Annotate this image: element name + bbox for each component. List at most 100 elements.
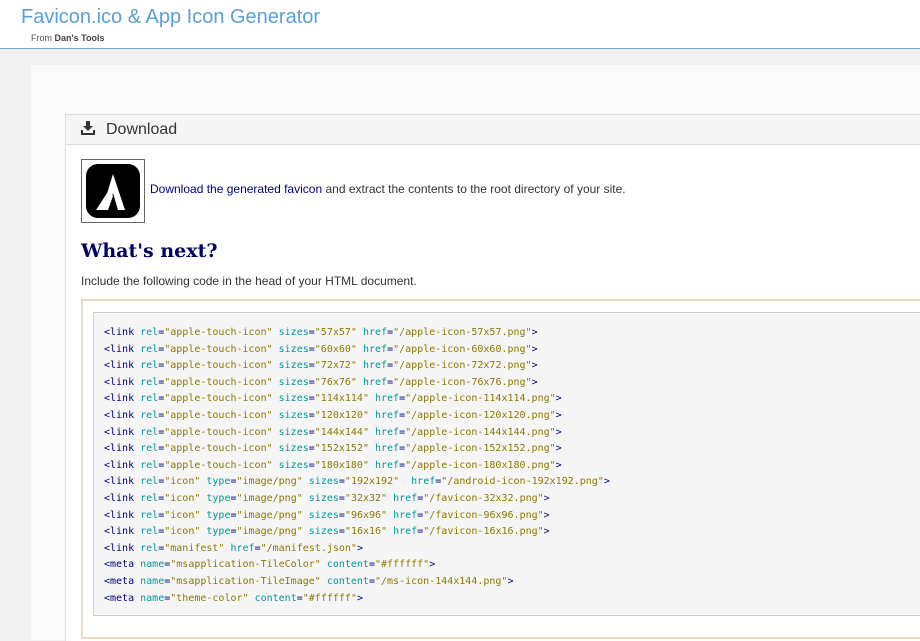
code-attr-name: href xyxy=(393,492,418,504)
code-attr-name: type xyxy=(206,526,231,538)
code-attr-name: sizes xyxy=(278,376,309,388)
code-tag-close: > xyxy=(531,360,538,372)
brand-name[interactable]: Dan's Tools xyxy=(55,33,105,43)
code-tag-close: > xyxy=(429,559,436,571)
code-tag: <link xyxy=(104,476,135,488)
code-attr-name: href xyxy=(375,426,400,438)
code-attr-name: rel xyxy=(140,393,159,405)
code-tag-close: > xyxy=(531,327,538,338)
code-attr-value: "#ffffff" xyxy=(375,559,430,571)
code-attr-value: "/apple-icon-72x72.png" xyxy=(393,360,532,372)
code-tag-close: > xyxy=(555,443,562,455)
code-attr-value: "114x114" xyxy=(314,393,369,405)
code-tag-close: > xyxy=(356,542,363,554)
code-attr-value: "/apple-icon-114x114.png" xyxy=(405,393,556,405)
code-tag: <link xyxy=(104,459,135,471)
code-attr-name: content xyxy=(326,575,369,587)
code-attr-value: "/favicon-16x16.png" xyxy=(423,526,544,538)
include-instructions: Include the following code in the head o… xyxy=(81,274,417,288)
code-attr-name: rel xyxy=(140,409,159,421)
code-attr-name: href xyxy=(362,376,388,388)
code-attr-value: "apple-touch-icon" xyxy=(164,393,273,405)
code-attr-name: href xyxy=(362,343,388,355)
code-tag-close: > xyxy=(603,476,610,488)
code-attr-value: "144x144" xyxy=(314,426,369,438)
app-logo-icon xyxy=(86,164,140,218)
code-line: <link rel="apple-touch-icon" sizes="120x… xyxy=(104,408,610,425)
code-tag: <link xyxy=(104,542,135,554)
code-attr-name: rel xyxy=(140,426,159,438)
code-attr-name: href xyxy=(362,327,388,338)
code-attr-name: sizes xyxy=(278,343,309,355)
code-attr-name: name xyxy=(140,575,165,587)
code-attr-name: rel xyxy=(140,526,159,538)
site-subtitle: From Dan's Tools xyxy=(31,33,105,43)
code-attr-name: rel xyxy=(140,327,159,338)
code-attr-name: name xyxy=(140,559,165,571)
code-attr-value: "icon" xyxy=(164,492,201,504)
code-attr-value: "apple-touch-icon" xyxy=(164,443,273,455)
code-attr-name: sizes xyxy=(278,393,309,405)
code-tag: <link xyxy=(104,327,135,338)
code-attr-name: href xyxy=(230,542,255,554)
code-attr-name: sizes xyxy=(278,426,309,438)
code-line: <link rel="apple-touch-icon" sizes="180x… xyxy=(104,458,610,475)
code-tag: <link xyxy=(104,343,135,355)
code-tag-close: > xyxy=(555,409,562,421)
code-attr-name: rel xyxy=(140,542,159,554)
code-attr-name: sizes xyxy=(278,360,309,372)
favicon-preview xyxy=(81,159,145,223)
code-attr-value: "/favicon-96x96.png" xyxy=(423,509,544,521)
code-attr-value: "/android-icon-192x192.png" xyxy=(441,476,604,488)
code-attr-name: href xyxy=(375,409,400,421)
code-attr-value: "/apple-icon-120x120.png" xyxy=(405,409,556,421)
code-tag: <meta xyxy=(104,559,135,571)
site-title[interactable]: Favicon.ico & App Icon Generator xyxy=(21,6,320,29)
code-attr-value: "apple-touch-icon" xyxy=(164,360,273,372)
code-tag: <link xyxy=(104,492,135,504)
code-attr-value: "/apple-icon-144x144.png" xyxy=(405,426,556,438)
code-tag: <link xyxy=(104,443,135,455)
download-instructions: Download the generated favicon and extra… xyxy=(150,182,626,196)
code-attr-value: "152x152" xyxy=(314,443,369,455)
code-attr-name: rel xyxy=(140,476,159,488)
code-tag-close: > xyxy=(543,526,550,538)
code-attr-value: "76x76" xyxy=(314,376,357,388)
code-attr-name: sizes xyxy=(308,509,339,521)
code-attr-value: "apple-touch-icon" xyxy=(164,426,273,438)
code-line: <link rel="icon" type="image/png" sizes=… xyxy=(104,474,610,491)
code-line: <link rel="apple-touch-icon" sizes="57x5… xyxy=(104,325,610,342)
code-tag-close: > xyxy=(531,376,538,388)
code-tag: <link xyxy=(104,526,135,538)
code-attr-value: "/apple-icon-60x60.png" xyxy=(393,343,532,355)
code-attr-value: "192x192" xyxy=(344,476,400,488)
code-attr-value: "icon" xyxy=(164,509,201,521)
code-attr-value: "image/png" xyxy=(236,492,303,504)
code-tag: <link xyxy=(104,393,135,405)
code-tag: <link xyxy=(104,409,135,421)
download-rest-text: and extract the contents to the root dir… xyxy=(325,182,626,196)
code-attr-value: "/apple-icon-180x180.png" xyxy=(405,459,556,471)
code-tag: <link xyxy=(104,509,135,521)
code-tag-close: > xyxy=(543,509,550,521)
code-attr-value: "180x180" xyxy=(314,459,369,471)
download-favicon-link[interactable]: Download the generated favicon xyxy=(150,182,322,196)
code-attr-name: type xyxy=(206,492,231,504)
code-attr-name: sizes xyxy=(308,476,339,488)
code-attr-name: sizes xyxy=(308,526,339,538)
code-attr-name: href xyxy=(362,360,388,372)
code-attr-value: "60x60" xyxy=(314,343,357,355)
code-attr-name: sizes xyxy=(278,443,309,455)
code-lines: <link rel="apple-touch-icon" sizes="57x5… xyxy=(104,325,610,607)
code-tag-close: > xyxy=(555,393,562,405)
code-attr-value: "image/png" xyxy=(236,509,303,521)
code-line: <link rel="apple-touch-icon" sizes="72x7… xyxy=(104,358,610,375)
code-block[interactable]: <link rel="apple-touch-icon" sizes="57x5… xyxy=(93,312,920,616)
code-tag: <link xyxy=(104,426,135,438)
code-attr-value: "#ffffff" xyxy=(302,592,357,604)
code-tag: <link xyxy=(104,360,135,372)
code-attr-value: "image/png" xyxy=(236,476,303,488)
code-attr-value: "57x57" xyxy=(314,327,357,338)
code-attr-value: "/ms-icon-144x144.png" xyxy=(375,575,508,587)
code-attr-name: href xyxy=(411,476,436,488)
